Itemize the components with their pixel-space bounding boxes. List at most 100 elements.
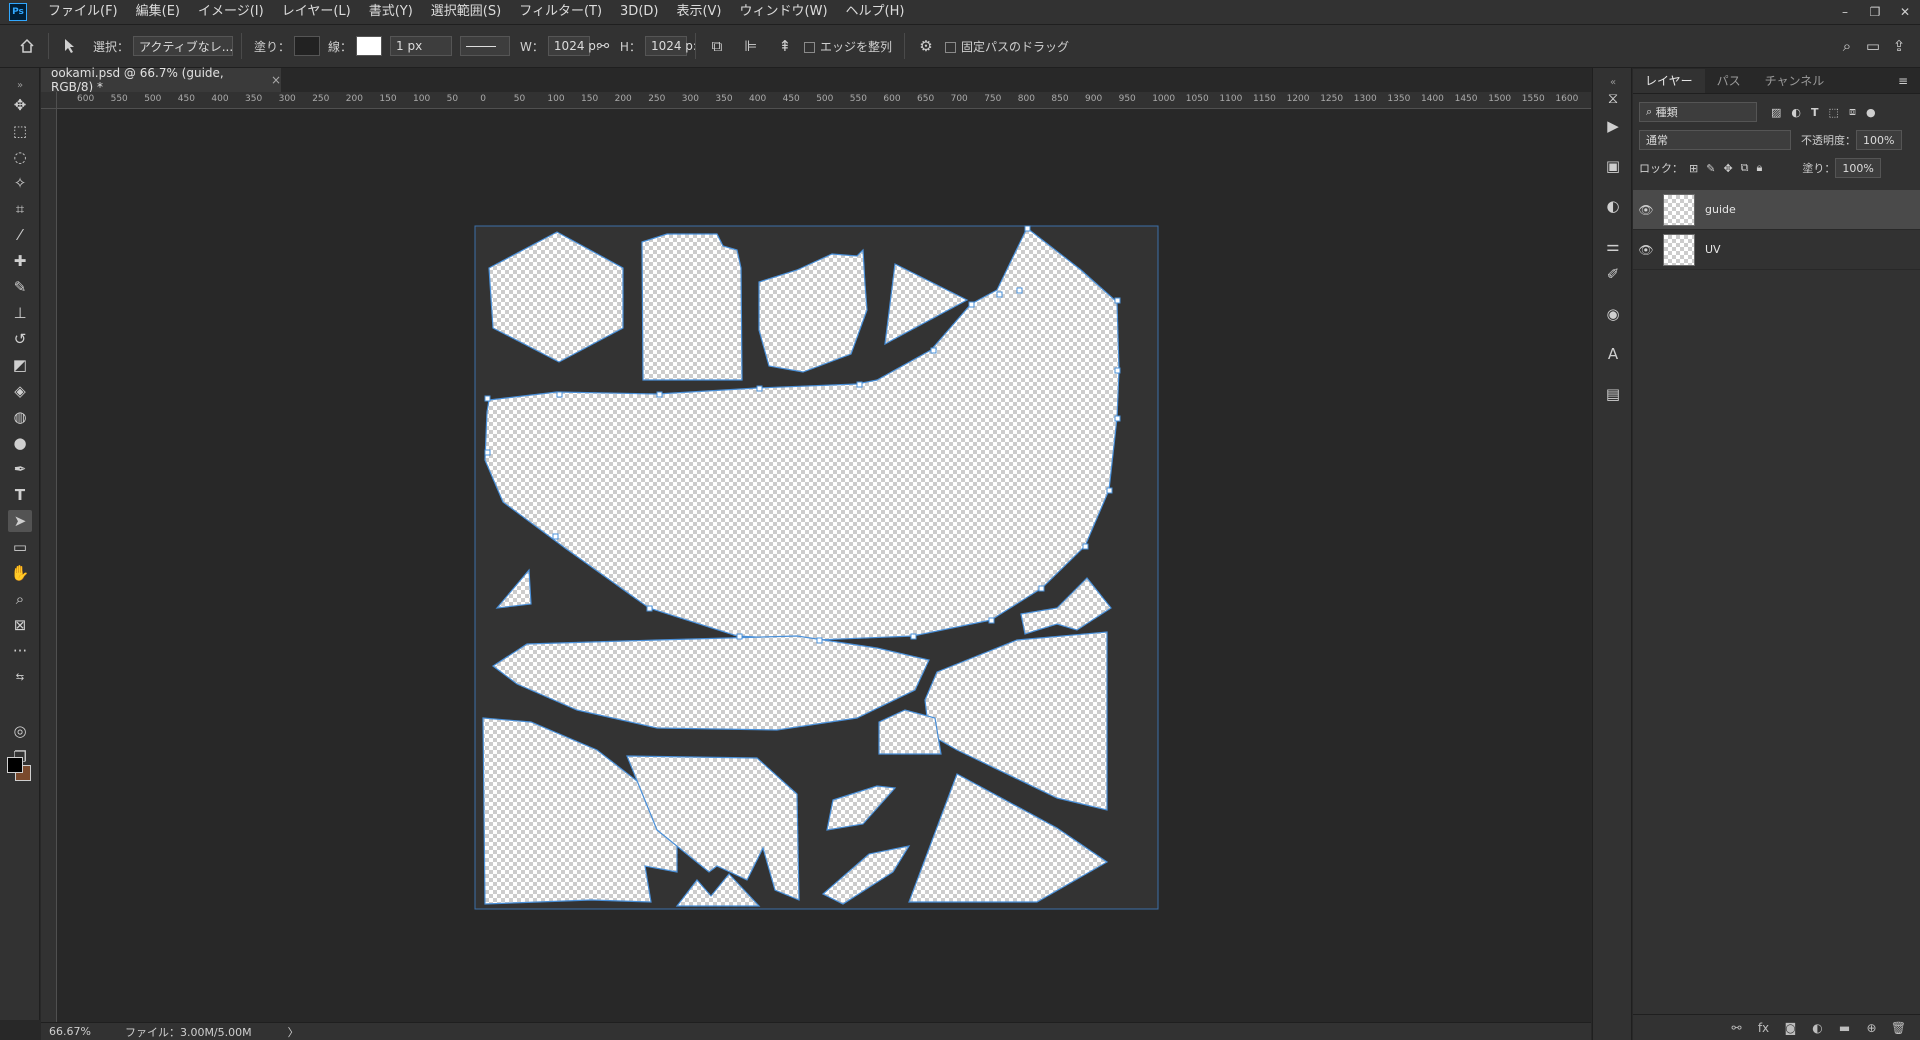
stroke-type-dropdown[interactable] bbox=[460, 36, 511, 56]
foreground-color-swatch[interactable] bbox=[7, 757, 23, 773]
home-icon[interactable] bbox=[14, 33, 40, 59]
minimize-button[interactable]: – bbox=[1830, 0, 1860, 24]
anchor-point[interactable] bbox=[1016, 287, 1023, 294]
pen-tool-icon[interactable]: ✒ bbox=[8, 458, 32, 480]
lock-paint-icon[interactable]: ✎ bbox=[1706, 162, 1715, 175]
select-dropdown[interactable]: アクティブなレ... bbox=[133, 36, 233, 56]
brush-settings-icon[interactable]: ✐ bbox=[1601, 262, 1625, 286]
link-layers-icon[interactable]: ⚯ bbox=[1723, 1021, 1750, 1035]
document-tab[interactable]: ookami.psd @ 66.7% (guide, RGB/8) * × bbox=[41, 66, 281, 94]
swap-colors-icon[interactable]: ⇆ bbox=[8, 666, 32, 688]
layer-style-icon[interactable]: fx bbox=[1750, 1021, 1777, 1035]
rectangle-tool-icon[interactable]: ▭ bbox=[8, 536, 32, 558]
anchor-point[interactable] bbox=[930, 347, 937, 354]
3d-icon[interactable]: ◉ bbox=[1601, 302, 1625, 326]
panel-menu-icon[interactable]: ≡ bbox=[1886, 69, 1920, 93]
add-mask-icon[interactable]: ◙ bbox=[1777, 1021, 1804, 1035]
crop-tool-icon[interactable]: ⌗ bbox=[8, 198, 32, 220]
libraries-icon[interactable]: ▣ bbox=[1601, 154, 1625, 178]
height-field[interactable]: 1024 p: bbox=[644, 36, 697, 56]
menu-layer[interactable]: レイヤー(L) bbox=[273, 0, 360, 24]
search-icon[interactable]: ⌕ bbox=[1834, 33, 1860, 59]
menu-type[interactable]: 書式(Y) bbox=[360, 0, 422, 24]
anchor-point[interactable] bbox=[1106, 487, 1113, 494]
stroke-swatch[interactable] bbox=[356, 36, 383, 56]
anchor-point[interactable] bbox=[552, 533, 559, 540]
more-tools-icon[interactable]: ··· bbox=[8, 640, 32, 662]
blur-tool-icon[interactable]: ◍ bbox=[8, 406, 32, 428]
menu-image[interactable]: イメージ(I) bbox=[189, 0, 273, 24]
delete-layer-icon[interactable]: 🗑︎ bbox=[1885, 1021, 1912, 1035]
anchor-point[interactable] bbox=[816, 637, 823, 644]
move-tool-icon[interactable]: ✥ bbox=[8, 94, 32, 116]
frame-tool-icon[interactable]: ⊠ bbox=[8, 614, 32, 636]
canvas-area[interactable] bbox=[57, 110, 1591, 1022]
anchor-point[interactable] bbox=[556, 391, 563, 398]
anchor-point[interactable] bbox=[1038, 585, 1045, 592]
close-tab-icon[interactable]: × bbox=[271, 73, 281, 87]
menu-help[interactable]: ヘルプ(H) bbox=[837, 0, 914, 24]
properties-icon[interactable]: ▤ bbox=[1601, 382, 1625, 406]
visibility-eye-icon[interactable]: 👁︎ bbox=[1633, 243, 1659, 257]
type-tool-icon[interactable]: T bbox=[8, 484, 32, 506]
marquee-tool-icon[interactable]: ⬚ bbox=[8, 120, 32, 142]
menu-edit[interactable]: 編集(E) bbox=[127, 0, 189, 24]
path-alignment-icon[interactable]: ⊫ bbox=[738, 33, 764, 59]
menu-view[interactable]: 表示(V) bbox=[667, 0, 730, 24]
anchor-point[interactable] bbox=[1114, 297, 1121, 304]
width-field[interactable]: 1024 p: bbox=[547, 36, 600, 56]
tab-paths[interactable]: パス bbox=[1705, 69, 1753, 93]
filter-pixel-icon[interactable]: ▨ bbox=[1771, 106, 1781, 119]
fill-field[interactable]: 100% bbox=[1835, 158, 1882, 178]
paint-bucket-tool-icon[interactable]: ◈ bbox=[8, 380, 32, 402]
path-selection-tool-icon[interactable]: ➤ bbox=[8, 510, 32, 532]
layer-row-guide[interactable]: 👁︎ guide bbox=[1633, 190, 1920, 230]
anchor-point[interactable] bbox=[1082, 543, 1089, 550]
quick-mask-icon[interactable]: ◎ bbox=[8, 720, 32, 742]
anchor-point[interactable] bbox=[656, 391, 663, 398]
restore-button[interactable]: ❐ bbox=[1860, 0, 1890, 24]
adjustment-layer-icon[interactable]: ◐ bbox=[1804, 1021, 1831, 1035]
anchor-point[interactable] bbox=[484, 449, 491, 456]
character-icon[interactable]: A bbox=[1601, 342, 1625, 366]
layer-row-uv[interactable]: 👁︎ UV bbox=[1633, 230, 1920, 270]
eyedropper-tool-icon[interactable]: ⁄ bbox=[8, 224, 32, 246]
new-group-icon[interactable]: ▬ bbox=[1831, 1021, 1858, 1035]
anchor-point[interactable] bbox=[1024, 225, 1031, 232]
lock-transparency-icon[interactable]: ⊞ bbox=[1689, 162, 1698, 175]
history-brush-tool-icon[interactable]: ↺ bbox=[8, 328, 32, 350]
status-arrow-icon[interactable]: 〉 bbox=[288, 1024, 299, 1040]
magic-wand-tool-icon[interactable]: ✧ bbox=[8, 172, 32, 194]
adjustments-icon[interactable]: ⚌ bbox=[1601, 234, 1625, 258]
lasso-tool-icon[interactable]: ◌ bbox=[8, 146, 32, 168]
lock-all-icon[interactable]: 🔒︎ bbox=[1757, 161, 1763, 175]
brush-tool-icon[interactable]: ✎ bbox=[8, 276, 32, 298]
anchor-point[interactable] bbox=[736, 633, 743, 640]
fixed-path-drag-checkbox[interactable]: 固定パスのドラッグ bbox=[944, 38, 1069, 55]
close-button[interactable]: ✕ bbox=[1890, 0, 1920, 24]
gear-icon[interactable]: ⚙ bbox=[913, 33, 939, 59]
stamp-tool-icon[interactable]: ⊥ bbox=[8, 302, 32, 324]
filter-toggle-icon[interactable]: ● bbox=[1866, 106, 1876, 119]
filter-type-icon[interactable]: T bbox=[1811, 106, 1819, 119]
share-icon[interactable]: ⇪ bbox=[1886, 33, 1912, 59]
anchor-point[interactable] bbox=[1114, 367, 1121, 374]
path-selection-tool-icon[interactable] bbox=[57, 33, 83, 59]
new-layer-icon[interactable]: ⊕ bbox=[1858, 1021, 1885, 1035]
menu-filter[interactable]: フィルター(T) bbox=[510, 0, 611, 24]
lock-artboard-icon[interactable]: ⧉ bbox=[1741, 161, 1749, 175]
healing-brush-tool-icon[interactable]: ✚ bbox=[8, 250, 32, 272]
menu-3d[interactable]: 3D(D) bbox=[611, 0, 667, 24]
visibility-eye-icon[interactable]: 👁︎ bbox=[1633, 203, 1659, 217]
anchor-point[interactable] bbox=[968, 301, 975, 308]
anchor-point[interactable] bbox=[1114, 415, 1121, 422]
workspace-icon[interactable]: ▭ bbox=[1860, 33, 1886, 59]
anchor-point[interactable] bbox=[484, 395, 491, 402]
zoom-tool-icon[interactable]: ⌕ bbox=[8, 588, 32, 610]
menu-file[interactable]: ファイル(F) bbox=[39, 0, 127, 24]
anchor-point[interactable] bbox=[856, 381, 863, 388]
menu-select[interactable]: 選択範囲(S) bbox=[422, 0, 510, 24]
stroke-width-field[interactable]: 1 px bbox=[390, 36, 453, 56]
document-canvas[interactable] bbox=[57, 110, 1591, 1022]
filter-smart-object-icon[interactable]: ⧈ bbox=[1849, 105, 1856, 119]
